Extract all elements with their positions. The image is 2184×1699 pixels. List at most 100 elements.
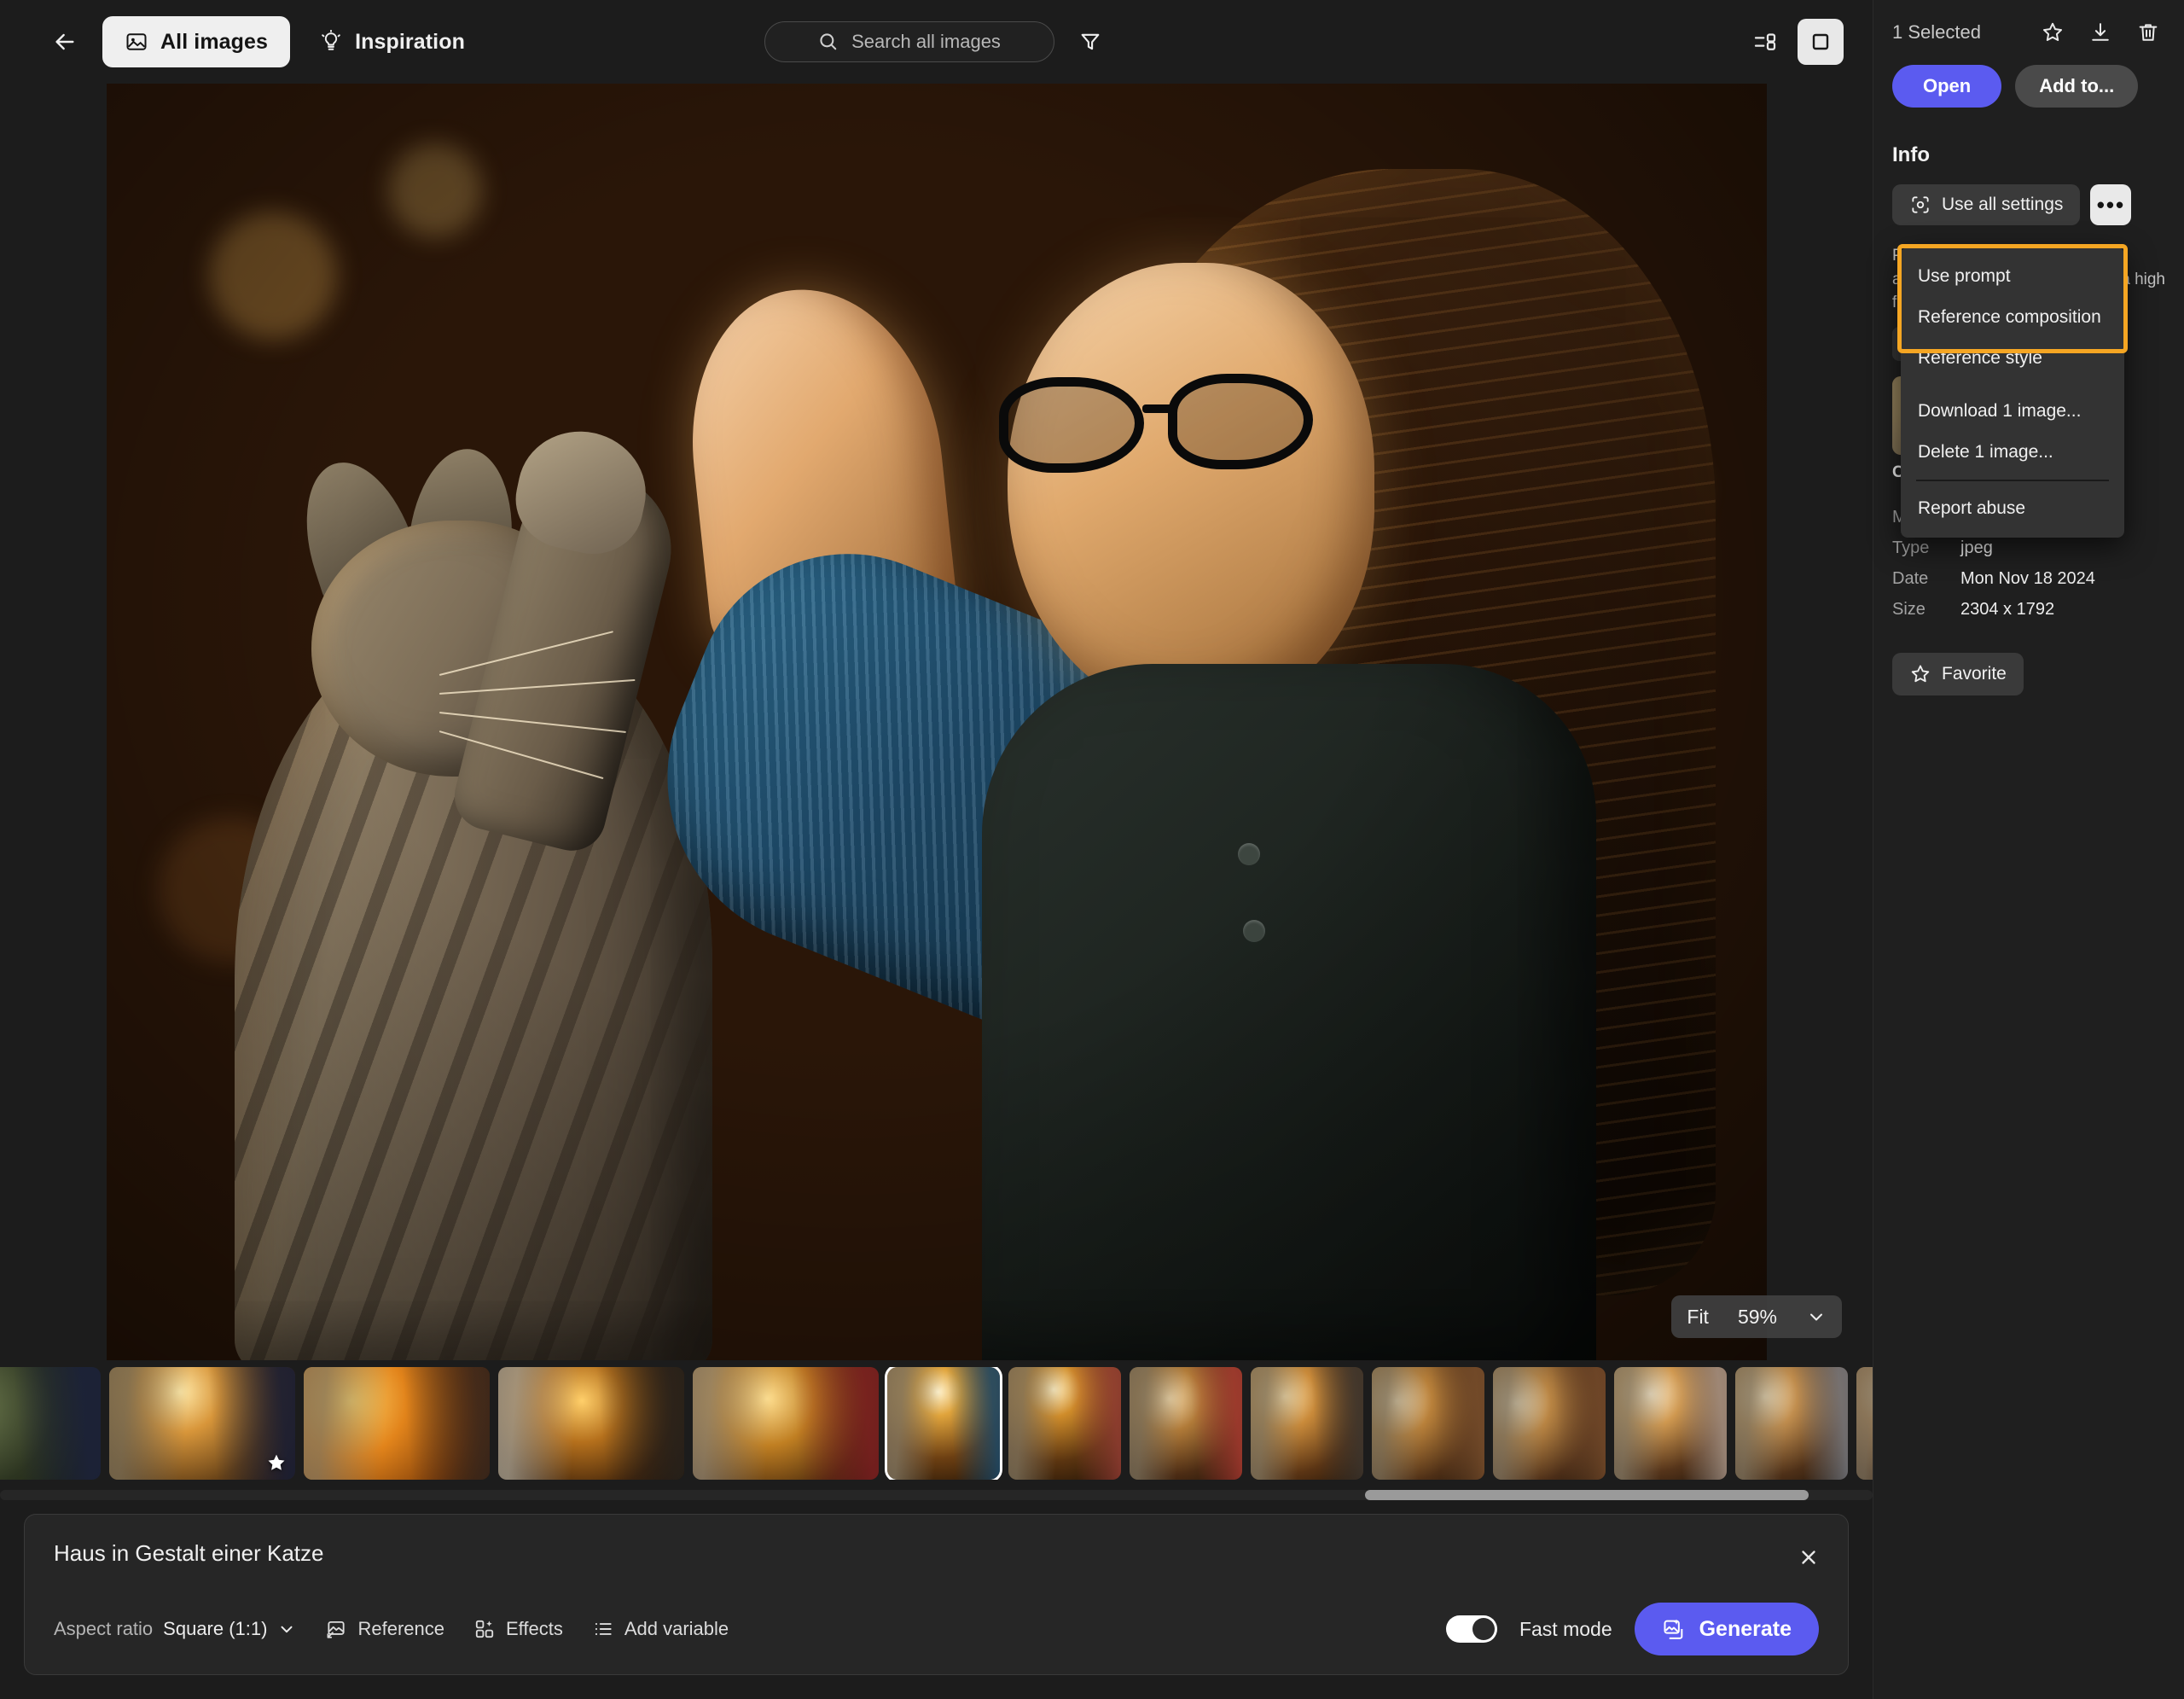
fast-mode-label: Fast mode [1519, 1617, 1612, 1640]
list-item[interactable] [1251, 1367, 1363, 1481]
metadata-key: Date [1892, 568, 1929, 588]
search-input[interactable]: Search all images [764, 21, 1054, 62]
prompt-bar: Haus in Gestalt einer Katze Aspect ratio… [24, 1514, 1849, 1675]
list-item[interactable] [0, 1367, 101, 1481]
aspect-ratio-select[interactable]: Aspect ratio Square (1:1) [54, 1618, 296, 1640]
effects-button[interactable]: Effects [473, 1618, 563, 1640]
reference-label: Reference [357, 1618, 444, 1639]
metadata-row-type: Type jpeg [1892, 538, 2165, 558]
list-item[interactable] [1372, 1367, 1484, 1481]
favorite-star-icon [268, 1455, 285, 1471]
list-item[interactable] [498, 1367, 684, 1481]
metadata-key: Size [1892, 599, 1926, 619]
chevron-down-icon[interactable] [1806, 1306, 1827, 1327]
use-all-settings-label: Use all settings [1942, 195, 2064, 214]
zoom-fit-label[interactable]: Fit [1687, 1306, 1709, 1329]
download-button[interactable] [2083, 15, 2117, 49]
close-icon [1802, 1551, 1815, 1565]
image-canvas: Fit 59% [0, 84, 1873, 1361]
use-all-settings-button[interactable]: Use all settings [1892, 184, 2081, 225]
menu-item-delete-image[interactable]: Delete 1 image... [1901, 432, 2124, 473]
list-item[interactable] [1493, 1367, 1606, 1481]
list-item[interactable] [109, 1367, 295, 1481]
panel-header-actions [2036, 15, 2165, 49]
add-variable-label: Add variable [624, 1618, 729, 1639]
list-item[interactable] [1735, 1367, 1848, 1481]
scrollbar-thumb[interactable] [1365, 1490, 1809, 1501]
sparkle-image-icon [1664, 1619, 1682, 1639]
prompt-close-button[interactable] [1788, 1537, 1829, 1578]
back-button[interactable] [41, 18, 89, 66]
context-menu[interactable]: Use prompt Reference composition Referen… [1901, 247, 2124, 538]
menu-item-reference-composition[interactable]: Reference composition [1901, 297, 2124, 338]
settings-copy-icon [1912, 196, 1929, 213]
filmstrip-scrollbar[interactable] [0, 1487, 1873, 1502]
open-button[interactable]: Open [1892, 65, 2002, 108]
app-root: All images Inspiration Search all images… [0, 0, 2184, 1699]
metadata-row-date: Date Mon Nov 18 2024 [1892, 569, 2165, 589]
menu-item-reference-style[interactable]: Reference style [1901, 338, 2124, 379]
list-item[interactable] [1614, 1367, 1727, 1481]
favorite-button-label: Favorite [1942, 663, 2007, 684]
list-item[interactable] [693, 1367, 879, 1481]
filmstrip [0, 1360, 1873, 1515]
list-item[interactable] [304, 1367, 490, 1481]
filter-funnel-icon [1081, 33, 1099, 50]
top-bar: All images Inspiration Search all images [0, 0, 1873, 84]
effects-label: Effects [505, 1618, 563, 1639]
more-options-button[interactable]: ••• [2090, 184, 2132, 225]
arrow-left-icon [55, 33, 74, 50]
menu-item-download-image[interactable]: Download 1 image... [1901, 391, 2124, 432]
filter-button[interactable] [1072, 23, 1109, 61]
view-tabs: All images Inspiration [102, 16, 487, 67]
menu-item-report-abuse[interactable]: Report abuse [1901, 488, 2124, 529]
generate-label: Generate [1699, 1616, 1792, 1641]
list-item[interactable] [1856, 1367, 1873, 1481]
metadata-row-size: Size 2304 x 1792 [1892, 600, 2165, 620]
menu-item-use-prompt[interactable]: Use prompt [1901, 256, 2124, 297]
star-outline-icon [2042, 22, 2063, 41]
list-item[interactable] [1130, 1367, 1242, 1481]
view-mode-single-button[interactable] [1798, 19, 1844, 65]
single-view-icon [1812, 33, 1829, 50]
tab-inspiration[interactable]: Inspiration [297, 16, 487, 67]
metadata-value: jpeg [1960, 538, 1993, 557]
filmstrip-track[interactable] [0, 1367, 1873, 1481]
add-to-button[interactable]: Add to... [2015, 65, 2139, 108]
prompt-desc-line2: a [1892, 270, 1902, 288]
tab-all-images-label: All images [160, 29, 269, 54]
selected-image-preview[interactable] [106, 84, 1767, 1361]
effects-grid-icon [475, 1620, 494, 1638]
selected-count: 1 Selected [1892, 21, 1981, 43]
search-placeholder: Search all images [851, 31, 1001, 52]
metadata-value: Mon Nov 18 2024 [1960, 568, 2095, 588]
prompt-right-controls: Fast mode Generate [1445, 1603, 1819, 1655]
info-section-title: Info [1892, 143, 1930, 166]
panel-primary-actions: Open Add to... [1892, 65, 2165, 108]
reference-button[interactable]: Reference [325, 1618, 444, 1640]
star-outline-icon [1911, 665, 1930, 682]
add-variable-button[interactable]: Add variable [592, 1618, 729, 1640]
trash-icon [2139, 24, 2158, 41]
view-mode-list-button[interactable] [1743, 19, 1789, 65]
prompt-input[interactable]: Haus in Gestalt einer Katze [54, 1540, 1819, 1567]
search-icon [820, 33, 837, 50]
reference-image-icon [328, 1620, 346, 1638]
aspect-ratio-label: Aspect ratio [54, 1618, 154, 1639]
fast-mode-toggle[interactable] [1445, 1615, 1497, 1643]
favorite-button[interactable] [2036, 15, 2070, 49]
zoom-value: 59% [1737, 1305, 1777, 1328]
prompt-desc-line3: f [1892, 294, 1897, 312]
generate-button[interactable]: Generate [1634, 1603, 1819, 1655]
main-column: All images Inspiration Search all images… [0, 0, 1873, 1699]
menu-separator [1916, 480, 2109, 481]
settings-row: Use all settings ••• [1892, 184, 2165, 225]
aspect-ratio-value: Square (1:1) [163, 1618, 268, 1639]
favorite-toggle-button[interactable]: Favorite [1892, 652, 2024, 695]
image-vignette [106, 84, 1767, 1361]
list-item-selected[interactable] [885, 1367, 1002, 1481]
delete-button[interactable] [2131, 15, 2165, 49]
tab-all-images[interactable]: All images [102, 16, 291, 67]
zoom-control[interactable]: Fit 59% [1671, 1295, 1842, 1339]
list-item[interactable] [1008, 1367, 1121, 1481]
